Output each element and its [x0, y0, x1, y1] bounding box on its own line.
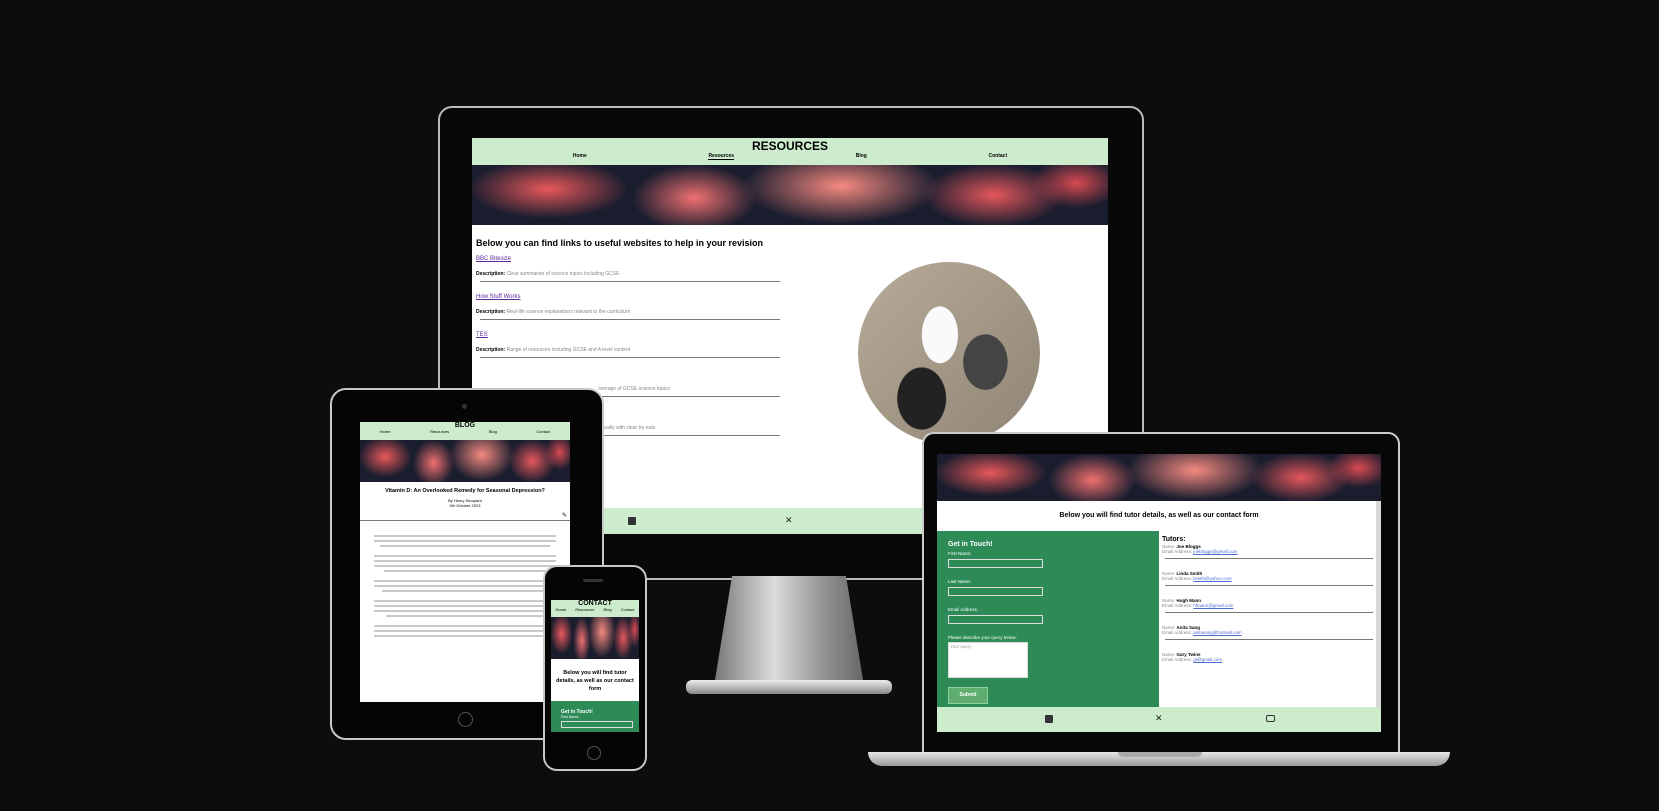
description-label: Description: [476, 347, 506, 353]
x-twitter-icon[interactable]: ✕ [785, 515, 793, 526]
email-input[interactable] [948, 615, 1043, 624]
laptop-footer: ✕ [937, 707, 1381, 732]
contact-intro: Below you will find tutor details, as we… [556, 670, 634, 692]
resource-link[interactable]: TES [476, 332, 786, 338]
youtube-icon[interactable] [1266, 715, 1275, 722]
query-label: Please describe your query below: [948, 635, 1017, 640]
email-label: Email Address: [1162, 603, 1193, 608]
page-title: RESOURCES [751, 139, 828, 153]
tablet-camera [462, 404, 467, 409]
page-title: CONTACT [578, 600, 612, 607]
resource-item: How Stuff Works Description: Real-life s… [476, 294, 786, 320]
tutor-email[interactable]: gt@gmail.com [1193, 657, 1222, 662]
tutors-panel: Tutors: Name: Joe Bloggs Email Address: … [1162, 531, 1376, 707]
phone-nav: Home Resources Blog Contact [551, 607, 639, 612]
nav-contact[interactable]: Contact [536, 429, 550, 434]
post-body [360, 535, 570, 637]
phone-contact-form: Get in Touch! First Name: [551, 701, 639, 732]
tutor-item: Name: Joe Bloggs Email Address: joeblogg… [1162, 544, 1376, 559]
first-name-label: First Name: [561, 715, 580, 719]
desktop-stand-base [686, 680, 892, 694]
resource-link[interactable]: How Stuff Works [476, 294, 786, 300]
form-title: Get in Touch! [561, 709, 593, 715]
tutor-email[interactable]: lsmith@yahoo.com [1193, 576, 1231, 581]
tablet-home-button [458, 712, 473, 727]
tutor-item: Name: Gary Twine Email Address: gt@gmail… [1162, 652, 1376, 662]
hero-banner [551, 617, 639, 659]
submit-button[interactable]: Submit [948, 687, 988, 704]
tablet-header: BLOG Home Resources Blog Contact [360, 422, 570, 440]
tutors-title: Tutors: [1162, 536, 1186, 543]
email-label: Email Address: [1162, 657, 1193, 662]
desktop-nav: Home Resources Blog Contact [472, 153, 1108, 160]
nav-resources[interactable]: Resources [708, 153, 735, 160]
phone-home-button [587, 746, 601, 760]
resource-item: BBC Bitesize Description: Clear summarie… [476, 256, 786, 282]
resource-link[interactable]: BBC Bitesize [476, 256, 786, 262]
desktop-stand [714, 576, 864, 686]
description-label: Description: [476, 309, 506, 315]
tutor-email[interactable]: anitasang@hotmail.com [1193, 630, 1241, 635]
resources-heading: Below you can find links to useful websi… [476, 238, 764, 248]
form-title: Get in Touch! [948, 541, 993, 548]
nav-blog[interactable]: Blog [604, 607, 612, 612]
resource-description: Clear summaries of science topics includ… [506, 271, 620, 277]
tutor-email[interactable]: joebloggs@gmail.com [1193, 549, 1237, 554]
edit-icon[interactable]: ✎ [360, 512, 570, 519]
laptop-scrollbar[interactable] [1376, 501, 1381, 707]
nav-home[interactable]: Home [556, 607, 567, 612]
laptop-screen: Below you will find tutor details, as we… [937, 454, 1381, 732]
query-textarea[interactable]: Your query [948, 642, 1028, 678]
nav-contact[interactable]: Contact [989, 153, 1008, 160]
nav-contact[interactable]: Contact [621, 607, 635, 612]
nav-home[interactable]: Home [380, 429, 391, 434]
page-title: BLOG [454, 422, 476, 429]
study-photo [858, 262, 1040, 444]
email-label: Email Address: [948, 607, 979, 612]
tutor-email[interactable]: hfmann@gmail.com [1193, 603, 1233, 608]
first-name-label: First Name: [948, 551, 972, 556]
nav-blog[interactable]: Blog [489, 429, 497, 434]
tablet-nav: Home Resources Blog Contact [360, 429, 570, 434]
resource-item: TES Description: Range of resources incl… [476, 332, 786, 358]
phone-header: CONTACT Home Resources Blog Contact [551, 600, 639, 617]
x-twitter-icon[interactable]: ✕ [1155, 713, 1163, 724]
desktop-header: RESOURCES Home Resources Blog Contact [472, 138, 1108, 165]
tablet-screen: BLOG Home Resources Blog Contact Vitamin… [360, 422, 570, 702]
hero-banner [472, 165, 1108, 225]
phone-screen: CONTACT Home Resources Blog Contact Belo… [551, 600, 639, 732]
post-date: 5th October 2023 [449, 503, 481, 508]
laptop-notch [1118, 752, 1202, 757]
resource-description: Range of resources including GCSE and A … [506, 347, 631, 353]
hero-banner [937, 454, 1381, 501]
first-name-input[interactable] [948, 559, 1043, 568]
facebook-icon[interactable] [1045, 715, 1053, 723]
tutor-item: Name: Linda Smith Email Address: lsmith@… [1162, 571, 1376, 586]
resource-description: Real-life science explanations relevant … [506, 309, 631, 315]
last-name-label: Last Name: [948, 579, 972, 584]
last-name-input[interactable] [948, 587, 1043, 596]
facebook-icon[interactable] [628, 517, 636, 525]
phone-speaker [583, 579, 603, 582]
post-title: Vitamin D: An Overlooked Remedy for Seas… [385, 488, 545, 494]
nav-resources[interactable]: Resources [575, 607, 594, 612]
tutor-item: Name: Hugh Mann Email Address: hfmann@gm… [1162, 598, 1376, 613]
description-label: Description: [476, 271, 506, 277]
nav-blog[interactable]: Blog [856, 153, 867, 160]
email-label: Email Address: [1162, 630, 1193, 635]
contact-form: Get in Touch! First Name: Last Name: Ema… [937, 531, 1159, 707]
email-label: Email Address: [1162, 576, 1193, 581]
nav-home[interactable]: Home [573, 153, 587, 160]
contact-intro: Below you will find tutor details, as we… [1059, 512, 1259, 519]
hero-banner [360, 440, 570, 482]
first-name-input[interactable] [561, 721, 633, 728]
nav-resources[interactable]: Resources [430, 429, 449, 434]
email-label: Email Address: [1162, 549, 1193, 554]
tutor-item: Name: Anita Sang Email Address: anitasan… [1162, 625, 1376, 640]
